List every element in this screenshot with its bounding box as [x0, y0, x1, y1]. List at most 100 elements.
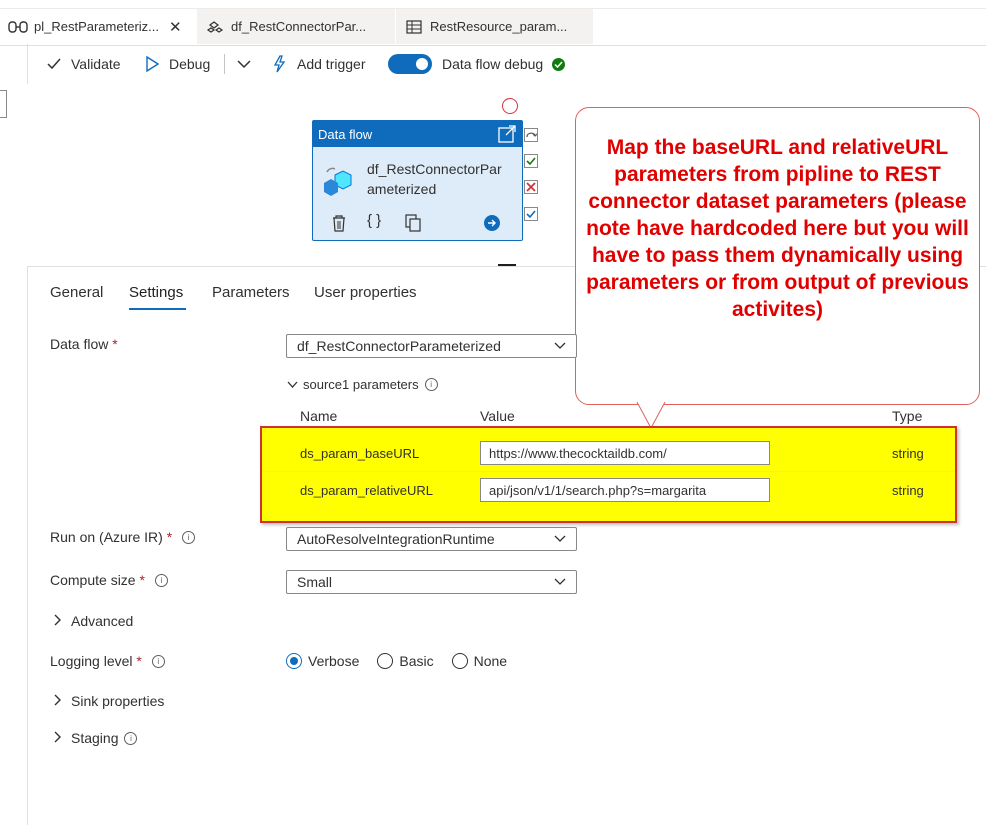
completion-output-icon[interactable]: [524, 207, 538, 226]
param-name-baseurl: ds_param_baseURL: [300, 446, 420, 461]
activity-header: Data flow: [313, 121, 522, 147]
chevron-down-icon: [554, 575, 566, 589]
tab-dataset[interactable]: RestResource_param...: [396, 9, 593, 44]
tab-pipeline-label: pl_RestParameteriz...: [34, 19, 159, 34]
advanced-expander[interactable]: Advanced: [54, 613, 133, 629]
compute-size-dropdown-value: Small: [297, 574, 333, 590]
radio-verbose-label[interactable]: Verbose: [308, 653, 359, 669]
validate-label: Validate: [71, 56, 121, 72]
debug-options-button[interactable]: [235, 44, 261, 84]
close-icon[interactable]: ✕: [169, 18, 182, 36]
code-braces-icon[interactable]: { }: [367, 212, 381, 229]
tab-parameters[interactable]: Parameters: [212, 284, 290, 301]
tab-dataset-label: RestResource_param...: [430, 19, 568, 34]
logging-level-field-label: Logging level * i: [50, 653, 165, 669]
data-flow-activity[interactable]: Data flow df_RestConnectorParameterized …: [312, 120, 523, 241]
param-value-baseurl-input[interactable]: https://www.thecocktaildb.com/: [480, 441, 770, 465]
activity-actions: { }: [313, 212, 522, 234]
arrow-right-circle-icon[interactable]: [483, 214, 501, 237]
col-header-value: Value: [480, 408, 515, 424]
trigger-lightning-icon: [271, 55, 289, 73]
callout-pointer: [636, 401, 666, 429]
col-header-name: Name: [300, 408, 338, 424]
dataflow-cube-icon: [321, 163, 357, 204]
left-panel-edge: [0, 44, 28, 825]
info-icon[interactable]: i: [124, 731, 138, 745]
run-on-label-text: Run on (Azure IR): [50, 529, 163, 545]
run-on-dropdown[interactable]: AutoResolveIntegrationRuntime: [286, 527, 577, 551]
add-trigger-label: Add trigger: [297, 56, 366, 72]
chevron-right-icon: [54, 613, 62, 629]
staging-expander[interactable]: Staging i: [54, 730, 138, 746]
radio-verbose[interactable]: [286, 653, 302, 669]
logging-level-radio-group: Verbose Basic None: [286, 653, 507, 669]
tab-pipeline[interactable]: pl_RestParameteriz... ✕: [0, 9, 194, 44]
play-icon: [143, 55, 161, 73]
pipeline-toolbar: Validate Debug Add trigger Data flow deb…: [27, 44, 986, 85]
chevron-down-icon: [235, 55, 253, 73]
tab-user-properties[interactable]: User properties: [314, 284, 417, 301]
param-value-relativeurl-input[interactable]: api/json/v1/1/search.php?s=margarita: [480, 478, 770, 502]
run-on-dropdown-value: AutoResolveIntegrationRuntime: [297, 531, 495, 547]
tab-settings[interactable]: Settings: [129, 284, 183, 301]
toggle-switch-on[interactable]: [388, 54, 432, 74]
tab-general[interactable]: General: [50, 284, 103, 301]
checkmark-icon: [45, 55, 63, 73]
data-flow-debug-label: Data flow debug: [442, 56, 544, 72]
validate-button[interactable]: Validate: [45, 44, 121, 84]
dataset-table-icon: [404, 19, 424, 35]
radio-none-label[interactable]: None: [474, 653, 507, 669]
param-type-relativeurl: string: [892, 483, 924, 498]
document-tab-bar: pl_RestParameteriz... ✕ df_RestConnector…: [0, 8, 986, 46]
source1-parameters-toggle[interactable]: source1 parameters i: [287, 377, 438, 392]
add-trigger-button[interactable]: Add trigger: [271, 44, 365, 84]
chevron-right-icon: [54, 693, 62, 709]
tab-dataflow-label: df_RestConnectorPar...: [231, 19, 367, 34]
success-output-icon[interactable]: [524, 154, 538, 173]
data-flow-debug-switch[interactable]: Data flow debug: [388, 44, 566, 84]
chevron-down-icon: [554, 339, 566, 353]
param-type-baseurl: string: [892, 446, 924, 461]
annotation-callout: Map the baseURL and relativeURL paramete…: [575, 107, 980, 405]
compute-size-field-label: Compute size * i: [50, 572, 168, 588]
info-icon[interactable]: i: [154, 574, 168, 587]
info-icon[interactable]: i: [151, 655, 165, 668]
failure-output-icon[interactable]: [524, 180, 538, 199]
compute-size-dropdown[interactable]: Small: [286, 570, 577, 594]
radio-basic-label[interactable]: Basic: [399, 653, 433, 669]
advanced-label: Advanced: [71, 613, 134, 629]
data-flow-field-label: Data flow *: [50, 336, 118, 352]
run-on-field-label: Run on (Azure IR) * i: [50, 529, 196, 545]
info-icon[interactable]: i: [424, 378, 438, 391]
radio-basic[interactable]: [377, 653, 394, 669]
staging-label: Staging: [71, 730, 119, 746]
logging-level-label-text: Logging level: [50, 653, 133, 669]
property-tabs: General Settings Parameters User propert…: [27, 266, 986, 314]
delete-icon[interactable]: [331, 214, 347, 237]
chevron-down-icon: [287, 377, 298, 392]
tab-dataflow[interactable]: df_RestConnectorPar...: [197, 9, 395, 44]
data-flow-label-text: Data flow: [50, 336, 109, 352]
data-flow-dropdown[interactable]: df_RestConnectorParameterized: [286, 334, 577, 358]
collapsed-search-box[interactable]: [0, 90, 7, 118]
active-tab-indicator: [129, 308, 186, 310]
open-external-icon[interactable]: [498, 125, 516, 146]
skip-output-icon[interactable]: [524, 128, 538, 147]
toolbar-divider: [224, 54, 225, 74]
copy-icon[interactable]: [405, 214, 421, 237]
info-icon[interactable]: i: [182, 531, 196, 544]
required-marker: *: [139, 572, 145, 588]
activity-name: df_RestConnectorParameterized: [367, 161, 502, 197]
compute-size-label-text: Compute size: [50, 572, 136, 588]
data-flow-dropdown-value: df_RestConnectorParameterized: [297, 338, 501, 354]
activity-type-label: Data flow: [318, 126, 373, 142]
col-header-type: Type: [892, 408, 923, 424]
dataflow-icon: [205, 19, 225, 35]
debug-button[interactable]: Debug: [143, 44, 210, 84]
radio-none[interactable]: [451, 653, 468, 669]
sink-properties-expander[interactable]: Sink properties: [54, 693, 164, 709]
chevron-right-icon: [54, 730, 62, 746]
sink-properties-label: Sink properties: [71, 693, 165, 709]
pipeline-icon: [8, 19, 28, 35]
source1-parameters-label: source1 parameters: [303, 377, 419, 392]
